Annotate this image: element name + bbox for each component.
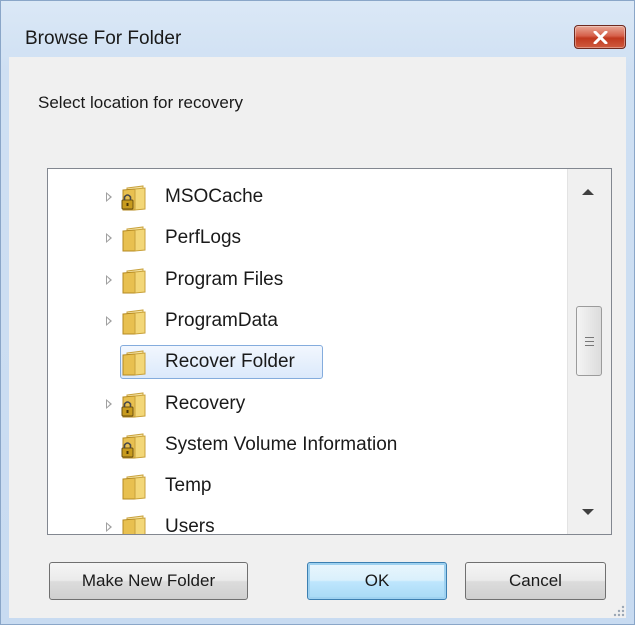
tree-item[interactable]: System Volume Information — [48, 426, 568, 464]
tree-item-label: Program Files — [165, 268, 284, 290]
folder-icon — [122, 515, 146, 534]
grip-line — [585, 337, 594, 338]
cancel-button[interactable]: Cancel — [465, 562, 606, 600]
tree-item-label: System Volume Information — [165, 433, 398, 455]
vertical-scrollbar[interactable] — [567, 169, 611, 534]
folder-icon — [122, 350, 146, 376]
close-x-icon — [593, 31, 608, 44]
instruction-text: Select location for recovery — [38, 93, 244, 112]
scroll-up-arrow-icon[interactable] — [582, 189, 594, 195]
tree-item-label: MSOCache — [165, 186, 264, 207]
expand-arrow-icon[interactable] — [106, 315, 112, 326]
tree-item-label: Recovery — [165, 392, 246, 414]
expand-arrow-icon[interactable] — [106, 522, 112, 533]
tree-item[interactable]: Program Files — [48, 261, 568, 299]
tree-item[interactable]: ProgramData — [48, 302, 568, 340]
tree-item-label: Recover Folder — [165, 351, 295, 373]
title-bar[interactable]: Browse For Folder — [1, 1, 634, 51]
folder-icon — [122, 309, 146, 335]
locked-folder-icon — [121, 391, 146, 418]
resize-grip-icon[interactable] — [612, 604, 626, 618]
scroll-thumb[interactable] — [576, 306, 602, 376]
tree-item[interactable]: Users — [48, 508, 568, 535]
tree-item[interactable]: MSOCache — [48, 178, 568, 216]
expand-arrow-icon[interactable] — [106, 192, 112, 202]
expand-arrow-icon[interactable] — [106, 398, 112, 409]
folder-icon — [122, 226, 146, 252]
tree-item-label: ProgramData — [165, 309, 278, 331]
folder-tree-view[interactable]: MSOCache PerfLogs Program Files ProgramData… — [47, 168, 612, 535]
window-title: Browse For Folder — [25, 28, 182, 49]
tree-item[interactable]: Recover Folder — [48, 343, 568, 381]
tree-item[interactable]: Temp — [48, 467, 568, 505]
browse-for-folder-dialog: Browse For Folder Select location for re… — [0, 0, 635, 625]
make-new-folder-button[interactable]: Make New Folder — [49, 562, 248, 600]
ok-button[interactable]: OK — [307, 562, 447, 600]
grip-line — [585, 341, 594, 342]
tree-item-label: Temp — [165, 475, 212, 497]
scroll-down-arrow-icon[interactable] — [582, 509, 594, 515]
grip-line — [585, 345, 594, 346]
expand-arrow-icon[interactable] — [106, 274, 112, 285]
expand-arrow-icon[interactable] — [106, 233, 112, 244]
tree-item[interactable]: PerfLogs — [48, 219, 568, 257]
folder-icon — [122, 268, 146, 294]
folder-icon — [122, 474, 146, 500]
tree-item[interactable]: Recovery — [48, 385, 568, 423]
close-button[interactable] — [574, 25, 626, 49]
locked-folder-icon — [121, 433, 146, 459]
locked-folder-icon — [121, 185, 146, 211]
tree-item-label: Users — [165, 516, 215, 535]
tree-item-label: PerfLogs — [165, 227, 242, 249]
